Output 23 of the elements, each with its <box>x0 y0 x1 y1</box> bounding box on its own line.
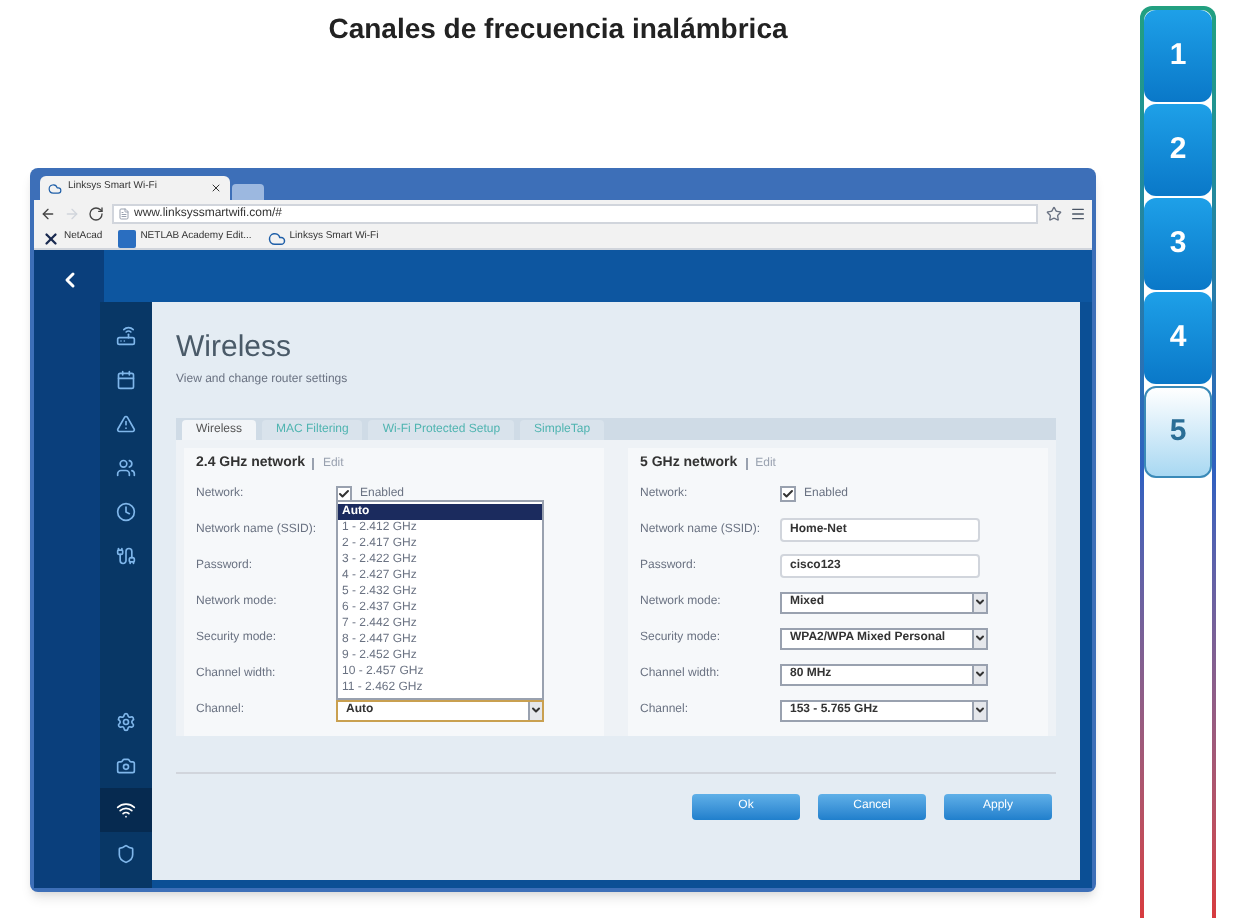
menu-icon[interactable] <box>1070 206 1086 222</box>
close-icon[interactable] <box>210 182 222 194</box>
step-button[interactable]: 3 <box>1144 198 1212 290</box>
step-button[interactable]: 5 <box>1144 386 1212 478</box>
star-icon[interactable] <box>1046 206 1062 222</box>
back-icon[interactable] <box>40 206 56 222</box>
step-button[interactable]: 2 <box>1144 104 1212 196</box>
caret-icon <box>972 593 986 611</box>
x-icon <box>42 229 60 247</box>
page-icon <box>118 208 130 220</box>
panel-heading: Wireless <box>176 330 294 366</box>
caret-icon <box>972 701 986 719</box>
step-button[interactable]: 4 <box>1144 292 1212 384</box>
reload-icon[interactable] <box>88 206 104 222</box>
cloud-icon <box>48 181 62 195</box>
n-logo-icon <box>118 229 137 247</box>
checkbox[interactable] <box>780 486 796 502</box>
nav-icon[interactable] <box>116 800 136 820</box>
page-title: Canales de frecuencia inalámbrica <box>328 10 788 44</box>
cloud-icon <box>267 229 286 247</box>
caret-icon <box>972 665 986 683</box>
caret-icon <box>972 629 986 647</box>
step-button[interactable]: 1 <box>1144 10 1212 102</box>
